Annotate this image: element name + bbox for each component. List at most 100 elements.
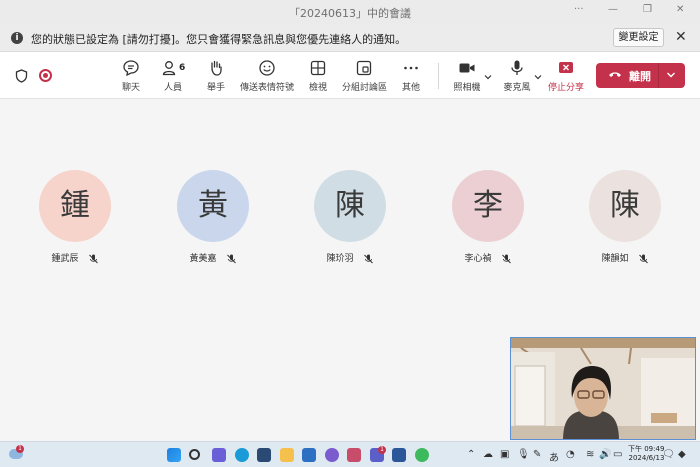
- store-icon[interactable]: [257, 448, 271, 462]
- camera-icon: [459, 63, 475, 73]
- microphone-label: 麥克風: [503, 83, 531, 93]
- participant-tile[interactable]: 鍾鍾武辰: [39, 170, 111, 264]
- file-explorer-icon[interactable]: [280, 448, 294, 462]
- breakout-rooms-icon: [356, 60, 372, 76]
- camera-button[interactable]: 照相機: [452, 59, 482, 93]
- mic-status-icon[interactable]: 🎙: [517, 449, 530, 460]
- line-app-icon[interactable]: [415, 448, 429, 462]
- window-title-bar: 「20240613」中的會議 ··· — ❐ ✕: [0, 0, 700, 24]
- reactions-button[interactable]: 傳送表情符號: [240, 59, 294, 93]
- people-icon: [162, 61, 176, 76]
- ime-language-indicator[interactable]: あ: [549, 449, 559, 464]
- participant-name-row: 李心禎: [464, 251, 511, 264]
- chat-label: 聊天: [121, 83, 140, 93]
- self-video-image: [511, 338, 695, 439]
- muted-mic-icon: [639, 254, 648, 263]
- mail-icon[interactable]: [302, 448, 316, 462]
- restore-icon[interactable]: ❐: [643, 4, 652, 15]
- shield-icon[interactable]: [15, 69, 28, 83]
- copilot-app-icon[interactable]: [325, 448, 339, 462]
- change-settings-button[interactable]: 變更設定: [613, 28, 664, 47]
- reactions-label: 傳送表情符號: [240, 83, 295, 93]
- banner-message: 您的狀態已設定為 [請勿打擾]。您只會獲得緊急訊息與您優先連絡人的通知。: [31, 33, 407, 46]
- more-options-icon[interactable]: ···: [574, 4, 584, 15]
- muted-mic-icon: [364, 254, 373, 263]
- snipping-tool-icon[interactable]: [347, 448, 361, 462]
- raise-hand-icon: [211, 60, 222, 76]
- more-button[interactable]: 其他: [398, 59, 424, 93]
- ime-mode-icon[interactable]: ◔: [566, 449, 575, 460]
- word-icon[interactable]: [392, 448, 406, 462]
- people-label: 人員: [163, 83, 182, 93]
- participant-avatar: 陳: [589, 170, 661, 242]
- system-clock[interactable]: 下午 09:49 2024/6/13: [628, 445, 664, 463]
- widget-notification-badge: 1: [16, 445, 24, 453]
- more-dots-icon: [404, 66, 418, 70]
- muted-mic-icon: [227, 254, 236, 263]
- notifications-icon[interactable]: 🗨: [662, 449, 675, 460]
- wifi-icon[interactable]: ≋: [586, 449, 594, 460]
- participant-name-row: 鍾武辰: [51, 251, 98, 264]
- banner-close-icon[interactable]: ✕: [675, 29, 687, 45]
- muted-mic-icon: [502, 254, 511, 263]
- minimize-icon[interactable]: —: [608, 4, 618, 15]
- participant-name: 黃美嘉: [189, 254, 217, 264]
- smiley-icon: [259, 60, 275, 76]
- leave-button[interactable]: 離開: [596, 63, 685, 88]
- leave-label: 離開: [629, 70, 651, 83]
- clock-time: 下午 09:49: [628, 445, 665, 453]
- raise-hand-button[interactable]: 舉手: [203, 59, 229, 93]
- search-icon[interactable]: [189, 449, 200, 460]
- volume-icon[interactable]: 🔊: [599, 449, 611, 460]
- sticky-notes-icon[interactable]: ▣: [500, 449, 509, 460]
- muted-mic-icon: [89, 254, 98, 263]
- participant-tile[interactable]: 黃黃美嘉: [177, 170, 249, 264]
- leave-options-chevron-icon[interactable]: [665, 69, 677, 81]
- view-button[interactable]: 檢視: [305, 59, 331, 93]
- self-video-preview[interactable]: [510, 337, 696, 440]
- participant-avatar: 李: [452, 170, 524, 242]
- close-window-icon[interactable]: ✕: [676, 4, 684, 15]
- info-icon: i: [11, 32, 23, 44]
- chat-button[interactable]: 聊天: [118, 59, 144, 93]
- more-label: 其他: [401, 83, 420, 93]
- pen-icon[interactable]: ✎: [533, 449, 541, 460]
- copilot-tray-icon[interactable]: ◆: [678, 449, 686, 460]
- microphone-button[interactable]: 麥克風: [502, 59, 532, 93]
- stop-sharing-button[interactable]: 停止分享: [548, 59, 584, 93]
- stop-share-label: 停止分享: [548, 83, 585, 93]
- battery-icon[interactable]: ▭: [613, 449, 622, 460]
- camera-options-chevron-icon[interactable]: [483, 72, 493, 82]
- microphone-icon: [511, 60, 523, 75]
- onedrive-icon[interactable]: ☁: [483, 449, 493, 460]
- microphone-options-chevron-icon[interactable]: [533, 72, 543, 82]
- participant-name: 李心禎: [464, 254, 492, 264]
- teams-notification-badge: 1: [378, 446, 386, 454]
- start-windows-icon[interactable]: [167, 448, 181, 462]
- participant-name: 陳韻如: [601, 254, 629, 264]
- overflow-chevron-icon[interactable]: ⌃: [467, 449, 475, 460]
- recording-icon[interactable]: [39, 69, 52, 82]
- participant-name-row: 陳韻如: [601, 251, 648, 264]
- hang-up-icon: [609, 72, 621, 77]
- participant-tile[interactable]: 陳陳韻如: [589, 170, 661, 264]
- breakout-rooms-button[interactable]: 分組討論區: [342, 59, 388, 93]
- view-label: 檢視: [308, 83, 327, 93]
- window-title: 「20240613」中的會議: [289, 7, 411, 20]
- toolbar-divider: [438, 63, 439, 89]
- people-count: 6: [179, 63, 186, 73]
- participant-tile[interactable]: 陳陳玠羽: [314, 170, 386, 264]
- copilot-icon[interactable]: [212, 448, 226, 462]
- breakout-rooms-label: 分組討論區: [342, 83, 388, 93]
- participant-name: 鍾武辰: [51, 254, 79, 264]
- edge-browser-icon[interactable]: [235, 448, 249, 462]
- people-button[interactable]: 6 人員: [159, 59, 187, 93]
- chat-icon: [123, 60, 139, 77]
- clock-date: 2024/6/13: [628, 454, 665, 462]
- stop-share-icon: [559, 62, 573, 73]
- participant-tile[interactable]: 李李心禎: [452, 170, 524, 264]
- windows-taskbar: 1 1 ⌃ ☁ ▣ 🎙 ✎ あ ◔ ≋ 🔊 ▭ 下午 09:49 2024/6/…: [0, 441, 700, 467]
- participant-avatar: 鍾: [39, 170, 111, 242]
- leave-divider: [658, 63, 659, 88]
- raise-hand-label: 舉手: [206, 83, 225, 93]
